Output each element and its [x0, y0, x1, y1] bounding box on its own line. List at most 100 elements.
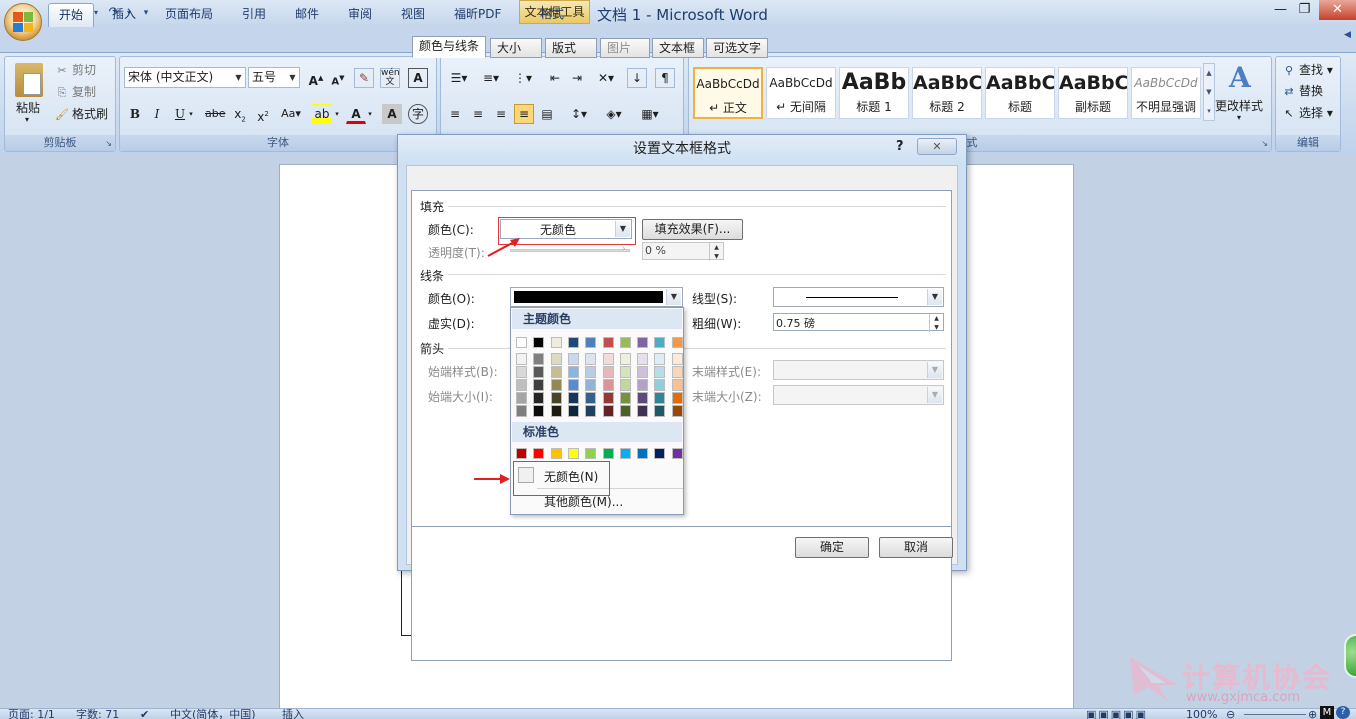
- color-swatch[interactable]: [585, 353, 597, 365]
- dialog-tab-size[interactable]: 大小: [490, 38, 542, 58]
- transparency-slider[interactable]: [510, 249, 630, 252]
- color-swatch[interactable]: [533, 392, 545, 404]
- color-swatch[interactable]: [516, 337, 527, 348]
- strikethrough-icon[interactable]: abe: [204, 104, 226, 124]
- clipboard-launcher-icon[interactable]: ↘: [105, 139, 112, 148]
- color-swatch[interactable]: [637, 337, 649, 348]
- tab-review[interactable]: 审阅: [338, 3, 382, 27]
- tab-home[interactable]: 开始: [48, 3, 95, 27]
- ime-icon[interactable]: M: [1320, 706, 1334, 719]
- ok-button[interactable]: 确定: [795, 537, 869, 558]
- color-swatch[interactable]: [602, 366, 614, 378]
- color-swatch[interactable]: [671, 379, 683, 391]
- office-button[interactable]: [4, 3, 42, 41]
- highlight-dropdown-icon[interactable]: ▾: [332, 104, 342, 124]
- zoom-level[interactable]: 100%: [1186, 709, 1217, 719]
- color-swatch[interactable]: [619, 366, 631, 378]
- end-style-dropdown[interactable]: ▼: [773, 360, 944, 380]
- phonetic-guide-icon[interactable]: wén 文: [380, 68, 400, 88]
- dialog-tab-alt-text[interactable]: 可选文字: [706, 38, 769, 58]
- color-swatch[interactable]: [637, 405, 649, 417]
- color-swatch[interactable]: [671, 405, 683, 417]
- paste-button[interactable]: 粘贴: [16, 99, 40, 116]
- color-swatch[interactable]: [619, 405, 631, 417]
- color-swatch[interactable]: [637, 353, 649, 365]
- align-right-icon[interactable]: ≡: [491, 104, 511, 124]
- color-swatch[interactable]: [602, 379, 614, 391]
- dialog-help-icon[interactable]: ?: [896, 139, 904, 154]
- font-color-dropdown-icon[interactable]: ▾: [365, 104, 375, 124]
- sort-icon[interactable]: ↓: [627, 68, 647, 88]
- color-swatch[interactable]: [550, 353, 562, 365]
- char-shading-icon[interactable]: A: [382, 104, 402, 124]
- select-button[interactable]: ↖ 选择 ▾: [1282, 104, 1332, 121]
- line-weight-spinner[interactable]: 0.75 磅 ▲ ▼: [773, 313, 944, 332]
- style-title[interactable]: AaBbC 标题: [985, 67, 1055, 119]
- close-button[interactable]: ✕: [1319, 0, 1356, 20]
- color-swatch[interactable]: [619, 379, 631, 391]
- color-swatch[interactable]: [533, 366, 545, 378]
- paste-icon[interactable]: [15, 63, 43, 97]
- color-swatch[interactable]: [654, 448, 666, 459]
- find-button[interactable]: ⚲ 查找 ▾: [1282, 61, 1333, 78]
- styles-launcher-icon[interactable]: ↘: [1261, 139, 1268, 148]
- justify-icon[interactable]: ≡: [514, 104, 534, 124]
- color-swatch[interactable]: [602, 353, 614, 365]
- format-painter-button[interactable]: 🖌 格式刷: [55, 105, 108, 122]
- transparency-spinner[interactable]: 0 % ▲ ▼: [642, 242, 724, 261]
- zoom-out-icon[interactable]: ⊖: [1226, 709, 1235, 719]
- color-swatch[interactable]: [654, 366, 666, 378]
- distributed-icon[interactable]: ▤: [537, 104, 557, 124]
- color-swatch[interactable]: [619, 448, 631, 459]
- dialog-tab-colors-lines[interactable]: 颜色与线条: [412, 36, 487, 58]
- help-icon[interactable]: ?: [1336, 706, 1350, 719]
- zoom-slider[interactable]: [1244, 714, 1306, 715]
- style-normal[interactable]: AaBbCcDd ↵ 正文: [693, 67, 763, 119]
- color-swatch[interactable]: [516, 366, 527, 378]
- color-swatch[interactable]: [671, 392, 683, 404]
- style-subtitle[interactable]: AaBbC 副标题: [1058, 67, 1128, 119]
- dialog-tab-textbox[interactable]: 文本框: [652, 38, 704, 58]
- color-swatch[interactable]: [567, 366, 579, 378]
- color-swatch[interactable]: [585, 392, 597, 404]
- color-swatch[interactable]: [585, 405, 597, 417]
- color-swatch[interactable]: [550, 379, 562, 391]
- color-swatch[interactable]: [671, 337, 683, 348]
- color-swatch[interactable]: [671, 448, 683, 459]
- color-swatch[interactable]: [654, 405, 666, 417]
- word-count[interactable]: 字数: 71: [76, 709, 119, 719]
- color-swatch[interactable]: [602, 405, 614, 417]
- line-spacing-icon[interactable]: ↕▾: [565, 104, 593, 124]
- align-left-icon[interactable]: ≡: [445, 104, 465, 124]
- color-swatch[interactable]: [516, 392, 527, 404]
- paste-dropdown-icon[interactable]: ▾: [25, 115, 29, 124]
- tab-foxit-pdf[interactable]: 福昕PDF: [444, 3, 511, 27]
- page-count[interactable]: 页面: 1/1: [8, 709, 55, 719]
- view-buttons[interactable]: ▣▣▣▣▣: [1086, 709, 1148, 719]
- color-swatch[interactable]: [654, 379, 666, 391]
- color-swatch[interactable]: [585, 366, 597, 378]
- char-border-icon[interactable]: A: [408, 68, 428, 88]
- color-swatch[interactable]: [567, 448, 579, 459]
- shading-icon[interactable]: ◈▾: [599, 104, 629, 124]
- change-styles-button[interactable]: 更改样式: [1215, 97, 1263, 114]
- show-marks-icon[interactable]: ¶: [655, 68, 675, 88]
- color-swatch[interactable]: [550, 366, 562, 378]
- change-styles-dropdown-icon[interactable]: ▾: [1237, 113, 1241, 122]
- color-swatch[interactable]: [516, 379, 527, 391]
- cancel-button[interactable]: 取消: [879, 537, 953, 558]
- color-swatch[interactable]: [567, 379, 579, 391]
- style-heading-1[interactable]: AaBb 标题 1: [839, 67, 909, 119]
- color-swatch[interactable]: [602, 337, 614, 348]
- shrink-font-icon[interactable]: A▼: [328, 68, 348, 88]
- bullets-icon[interactable]: ☰▾: [445, 68, 473, 88]
- color-swatch[interactable]: [567, 392, 579, 404]
- minimize-button[interactable]: —: [1267, 0, 1294, 20]
- color-swatch[interactable]: [619, 353, 631, 365]
- color-swatch[interactable]: [550, 405, 562, 417]
- change-case-icon[interactable]: Aa▾: [277, 104, 305, 124]
- end-size-dropdown[interactable]: ▼: [773, 385, 944, 405]
- color-swatch[interactable]: [533, 405, 545, 417]
- language-indicator[interactable]: 中文(简体，中国): [170, 709, 256, 719]
- italic-icon[interactable]: I: [147, 104, 167, 124]
